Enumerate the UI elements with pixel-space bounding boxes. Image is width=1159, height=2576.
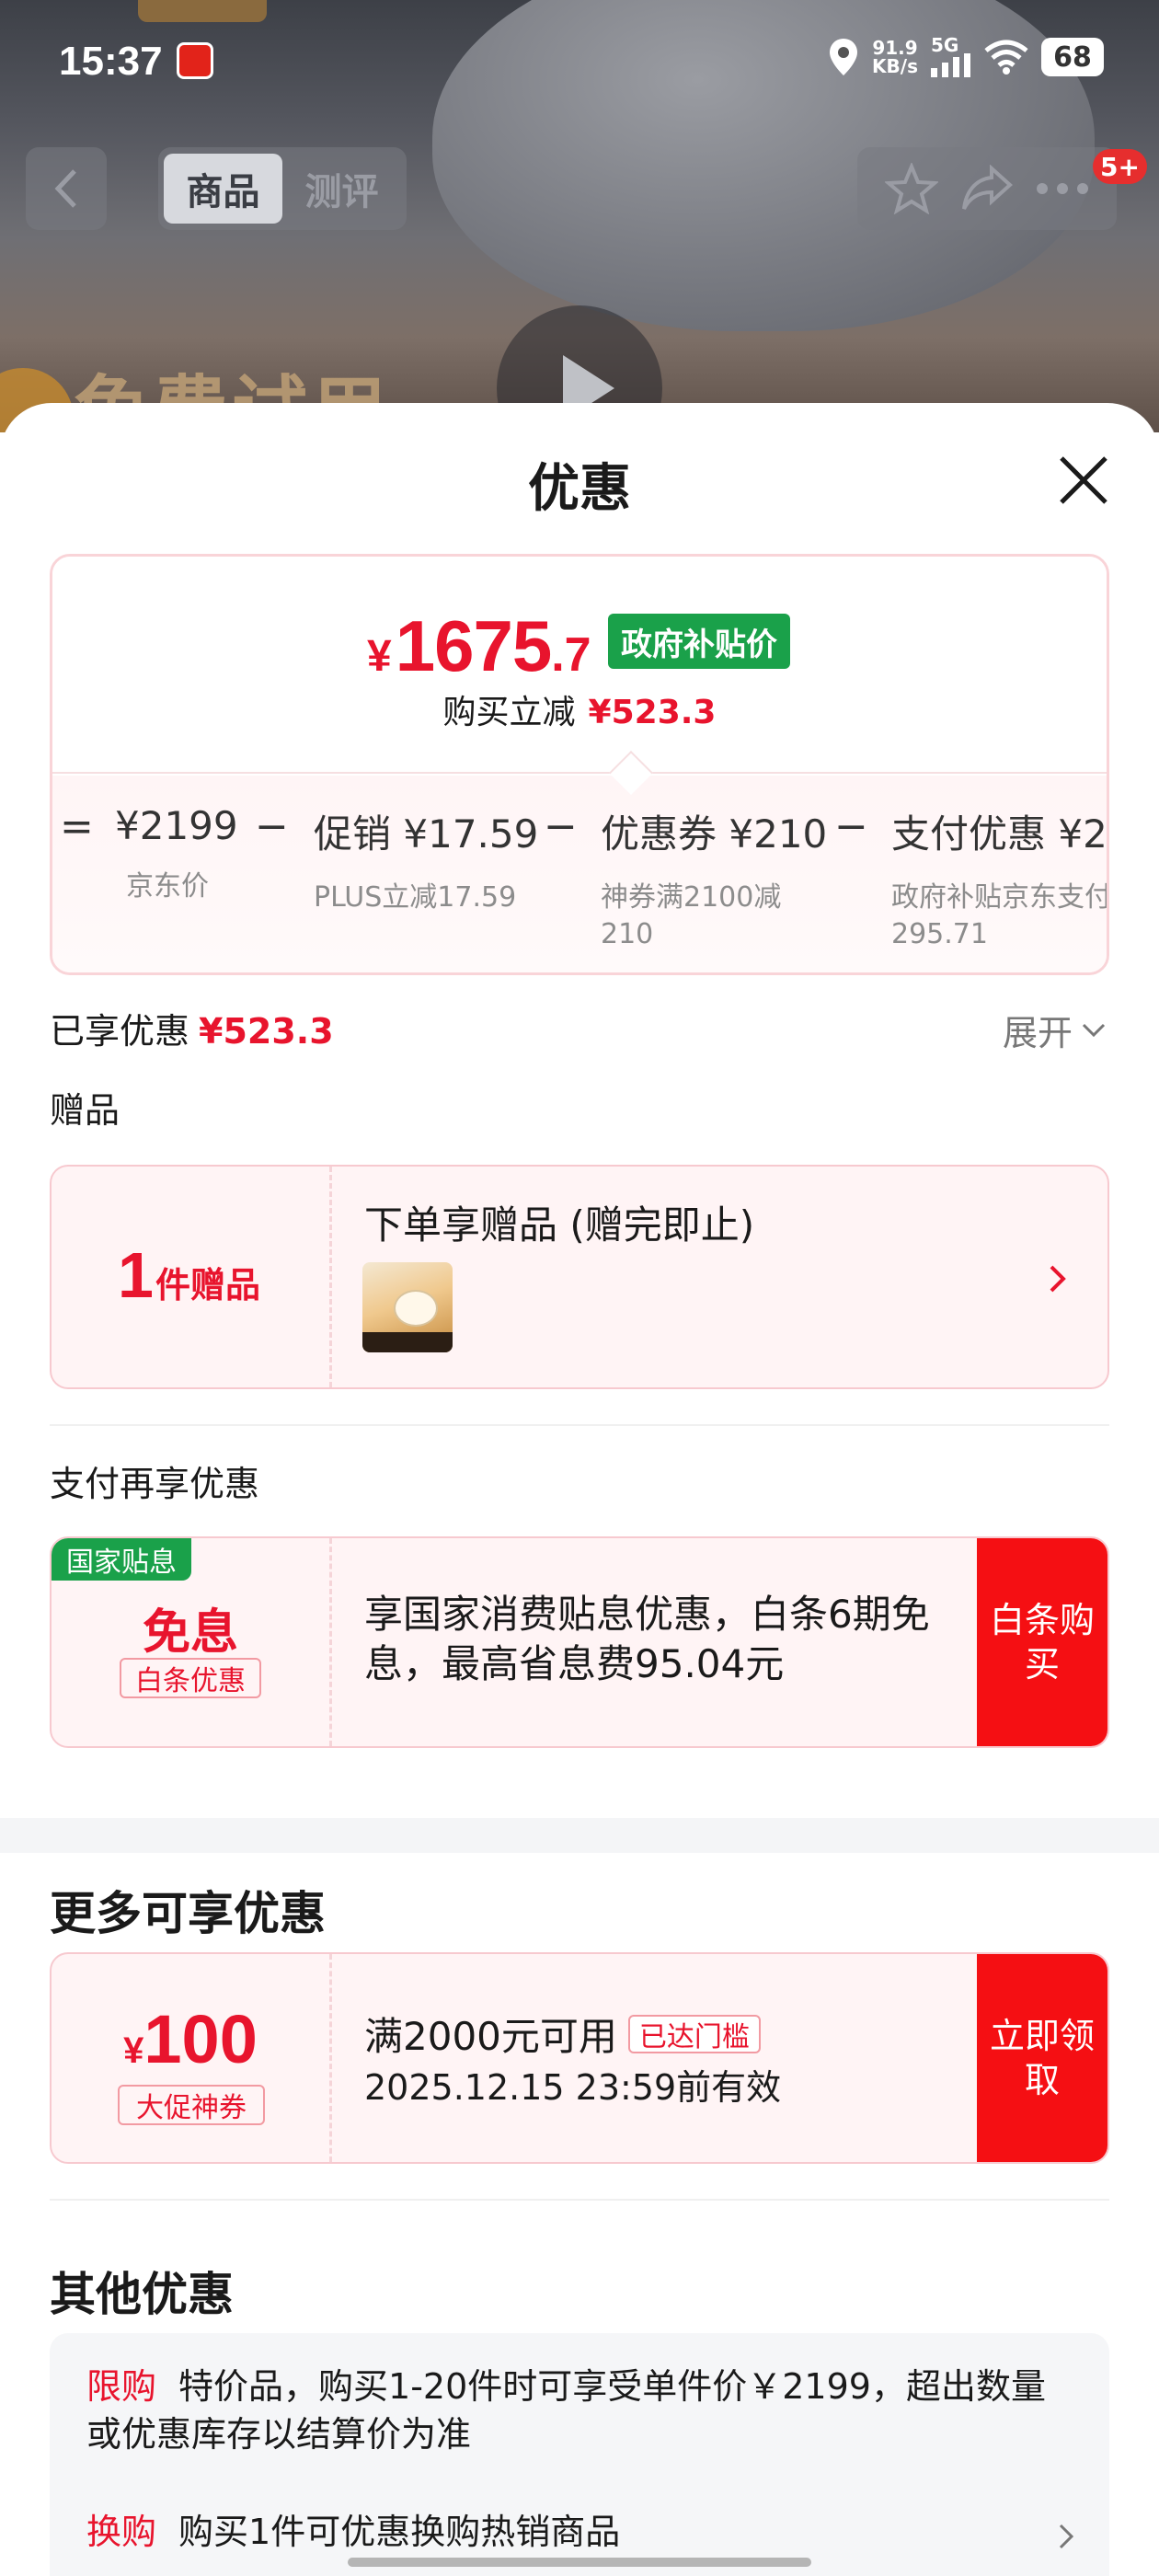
- claim-coupon-button[interactable]: 立即领取: [977, 1954, 1107, 2162]
- operator-minus: −: [255, 803, 289, 850]
- status-time: 15:37: [59, 39, 163, 84]
- operator-minus: −: [834, 803, 868, 850]
- baitiao-buy-button[interactable]: 白条购买: [977, 1538, 1107, 1746]
- location-icon: [830, 39, 858, 75]
- sheet-title: 优惠: [528, 459, 631, 519]
- message-count-badge: 5+: [1093, 149, 1147, 184]
- gift-count-panel: 1 件赠品: [118, 1239, 260, 1311]
- more-offers-heading: 更多可享优惠: [50, 1887, 326, 1940]
- installment-description: 享国家消费贴息优惠，白条6期免息，最高省息费95.04元: [364, 1592, 930, 1686]
- network-speed: 91.9 KB/s: [872, 37, 918, 77]
- more-icon[interactable]: [1036, 182, 1089, 195]
- breakdown-coupon: 优惠券 ¥210 神券满2100减 210: [601, 811, 828, 950]
- pay-offer-section-label: 支付再享优惠: [50, 1464, 260, 1504]
- chevron-down-icon: [1082, 1023, 1106, 1037]
- battery-indicator: 68: [1041, 38, 1104, 76]
- gift-thumbnail: [362, 1262, 453, 1352]
- nav-actions: [857, 147, 1117, 230]
- operator-equals: =: [60, 803, 94, 850]
- enjoyed-discount: 已享优惠 ¥523.3: [50, 1011, 334, 1052]
- top-nav: 商品 测评 5+: [0, 147, 1159, 232]
- wifi-icon: [984, 40, 1028, 75]
- breakdown-payment-discount: 支付优惠 ¥295.71 政府补贴京东支付 295.71: [891, 811, 1109, 950]
- price-summary-card: ¥ 1675 .7 政府补贴价 购买立减 ¥523.3 = ¥2199 京东价 −…: [50, 554, 1109, 975]
- coupon-type-tag: 大促神券: [118, 2085, 265, 2125]
- page-tabs: 商品 测评: [158, 147, 407, 230]
- list-item: 限购 特价品，购买1-20件时可享受单件价￥2199，超出数量或优惠库存以结算价为…: [86, 2366, 1046, 2455]
- breakdown-jd-price: ¥2199 京东价: [115, 803, 238, 903]
- home-indicator[interactable]: [348, 2558, 811, 2567]
- other-offers-heading: 其他优惠: [50, 2268, 234, 2321]
- gov-subsidy-tag: 政府补贴价: [608, 614, 790, 669]
- coupon-card: ¥100 大促神券 满2000元可用 已达门槛 2025.12.15 23:59…: [50, 1952, 1109, 2164]
- gifts-section-label: 赠品: [50, 1090, 120, 1131]
- status-icons: 91.9 KB/s 5G 68: [828, 36, 1104, 77]
- tab-review[interactable]: 测评: [282, 154, 401, 224]
- coupon-expiry: 2025.12.15 23:59前有效: [364, 2067, 782, 2108]
- chevron-right-icon: [1050, 1265, 1066, 1293]
- operator-minus: −: [544, 803, 578, 850]
- gift-title: 下单享赠品 (赠完即止): [364, 1202, 755, 1248]
- back-button[interactable]: [26, 147, 107, 230]
- app-notification-icon: [177, 42, 213, 79]
- tab-product[interactable]: 商品: [164, 154, 282, 224]
- status-bar: 15:37 91.9 KB/s 5G 68: [0, 0, 1159, 120]
- final-price: ¥ 1675 .7: [367, 605, 591, 686]
- limit-tag: 限购: [86, 2366, 157, 2407]
- breakdown-promotion: 促销 ¥17.59 PLUS立减17.59: [314, 811, 539, 914]
- cellular-signal-icon: 5G: [931, 36, 971, 77]
- coupon-amount: ¥100: [123, 2001, 258, 2077]
- list-item[interactable]: 换购 购买1件可优惠换购热销商品: [86, 2508, 1061, 2556]
- discount-sheet: 优惠 ¥ 1675 .7 政府补贴价 购买立减 ¥523.3 = ¥2199 京东…: [0, 403, 1159, 2576]
- gift-card[interactable]: 1 件赠品 下单享赠品 (赠完即止): [50, 1165, 1109, 1389]
- section-separator: [0, 1818, 1159, 1853]
- purchase-reduction: 购买立减 ¥523.3: [442, 694, 717, 731]
- baitiao-tag: 白条优惠: [120, 1658, 261, 1698]
- star-icon[interactable]: [885, 163, 938, 214]
- chevron-right-icon: [1059, 2524, 1074, 2549]
- coupon-condition: 满2000元可用 已达门槛: [364, 2006, 761, 2062]
- price-breakdown[interactable]: = ¥2199 京东价 − 促销 ¥17.59 PLUS立减17.59 − 优惠…: [52, 776, 1109, 972]
- expand-button[interactable]: 展开: [1003, 1005, 1106, 1055]
- close-button[interactable]: [1054, 451, 1113, 510]
- chevron-left-icon: [54, 169, 76, 208]
- divider: [50, 2199, 1109, 2201]
- close-icon: [1060, 456, 1107, 504]
- exchange-tag: 换购: [86, 2512, 157, 2552]
- installment-offer-card: 国家贴息 免息 白条优惠 享国家消费贴息优惠，白条6期免息，最高省息费95.04…: [50, 1536, 1109, 1748]
- interest-free-title: 免息: [142, 1605, 238, 1661]
- divider: [50, 1424, 1109, 1426]
- final-price-panel: ¥ 1675 .7 政府补贴价 购买立减 ¥523.3: [52, 557, 1107, 774]
- threshold-reached-badge: 已达门槛: [627, 2014, 761, 2053]
- other-offers-list: 限购 特价品，购买1-20件时可享受单件价￥2199，超出数量或优惠库存以结算价为…: [50, 2333, 1109, 2576]
- share-icon[interactable]: [960, 165, 1014, 213]
